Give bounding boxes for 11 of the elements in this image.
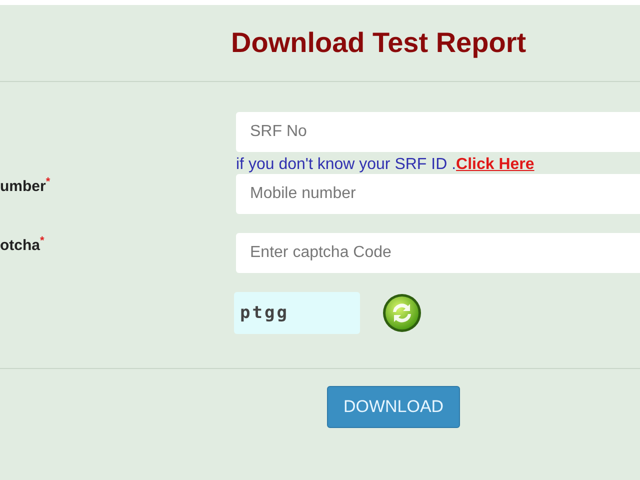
help-text: if you don't know your SRF ID .Click Here: [236, 156, 536, 174]
page-title: Download Test Report: [231, 27, 526, 59]
click-here-link[interactable]: Click Here: [456, 156, 534, 173]
field-label: umber$^{*}$: [0, 176, 52, 194]
input-field[interactable]: SRF No: [236, 112, 640, 152]
captcha-image: ptgg: [234, 292, 360, 334]
download-button[interactable]: DOWNLOAD: [327, 386, 460, 428]
input-field[interactable]: Enter captcha Code: [236, 233, 640, 273]
refresh-icon[interactable]: [382, 293, 422, 333]
field-label: otcha$^{*}$: [0, 234, 46, 254]
input-field[interactable]: Mobile number: [236, 174, 640, 214]
